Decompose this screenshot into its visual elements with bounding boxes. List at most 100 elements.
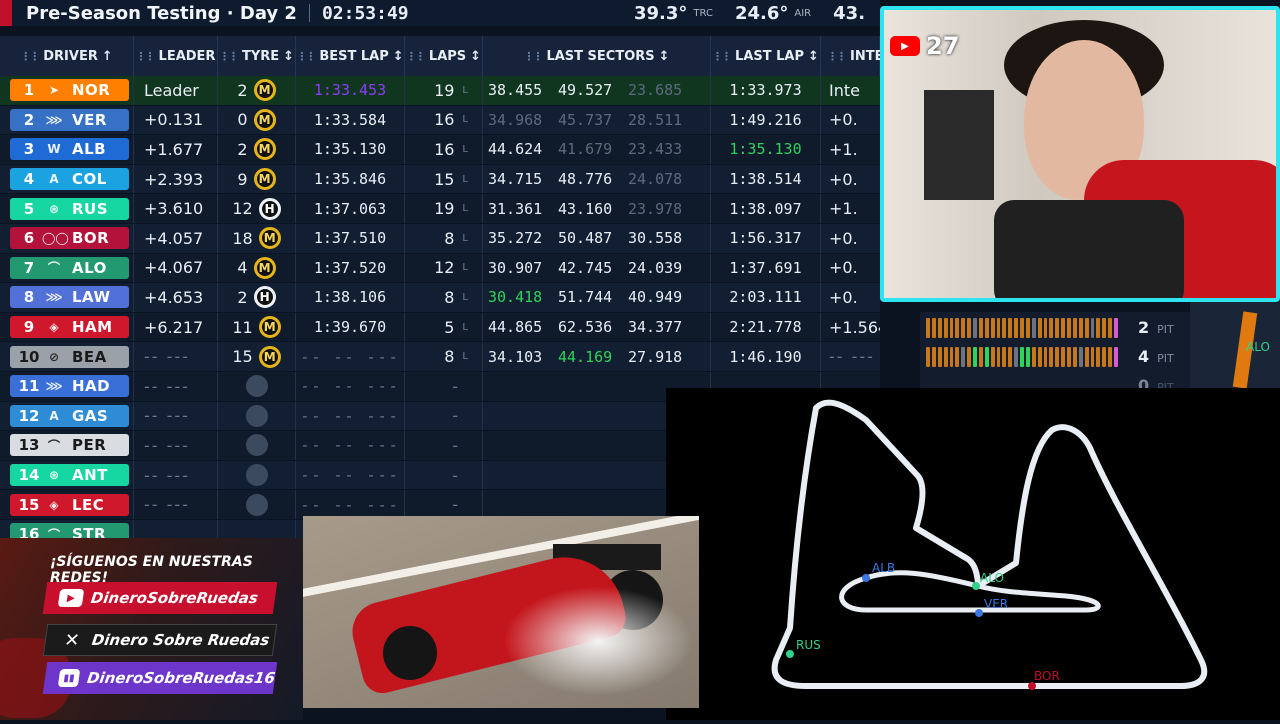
driver-badge[interactable]: 14 ⊛ ANT [10,464,129,487]
sort-icon[interactable]: ↕ [283,49,294,64]
col-best-lap[interactable]: ⋮⋮ BEST LAP ↕ [296,36,405,76]
stint-bar [1102,347,1107,367]
position: 3 [23,140,35,159]
table-row[interactable]: 2 ⋙ VER +0.131 0M 1:33.584 16 L 34.968 45… [0,105,880,136]
drag-handle-icon[interactable]: ⋮⋮ [20,50,40,63]
car-position-label: ALB [872,561,895,575]
col-driver[interactable]: ⋮⋮ DRIVER ↑ [0,36,134,76]
driver-badge[interactable]: 2 ⋙ VER [10,108,129,131]
position: 5 [23,199,35,218]
driver-badge[interactable]: 13 ⌒ PER [10,434,129,457]
sort-icon[interactable]: ↕ [808,49,819,64]
gap-to-leader: +4.067 [134,253,218,283]
tyre-cell: 2H [218,283,296,312]
gap-to-leader: Leader [134,76,218,105]
stint-bar [1020,347,1024,367]
stint-bar [1090,318,1095,338]
lap-count: 16 L [405,105,483,135]
stint-bar [961,347,966,367]
last-sectors: 34.968 45.737 28.511 [483,105,711,135]
sort-icon[interactable]: ↕ [659,49,670,64]
twitch-link[interactable]: ▮▮ DineroSobreRuedas16 [42,662,278,694]
stint-bar [990,318,995,338]
col-interval[interactable]: ⋮⋮ INTE [821,36,880,76]
pit-stop-strip: 2PIT 4PIT 0PIT [920,312,1190,395]
stint-bar [1043,347,1048,367]
stint-bar [1008,347,1013,367]
sector-3: 34.377 [628,318,683,337]
drag-handle-icon[interactable]: ⋮⋮ [712,50,732,63]
table-row[interactable]: 6 ◯◯ BOR +4.057 18 M 1:37.510 8L 35.272 5… [0,223,880,254]
social-panel: ¡SÍGUENOS EN NUESTRAS REDES! ▶ DineroSob… [0,538,303,720]
table-row[interactable]: 8 ⋙ LAW +4.653 2H 1:38.106 8L 30.418 51.… [0,283,880,313]
sort-icon[interactable]: ↕ [393,49,404,64]
driver-badge[interactable]: 4 A COL [10,168,129,191]
gap-to-leader: +0.131 [134,105,218,135]
car-photo [303,516,699,708]
x-link[interactable]: ✕ Dinero Sobre Ruedas [42,624,278,656]
drag-handle-icon[interactable]: ⋮⋮ [523,50,543,63]
stint-bar [1067,347,1071,367]
drag-handle-icon[interactable]: ⋮⋮ [406,50,426,63]
sector-1: 34.715 [488,170,543,189]
table-row[interactable]: 10 ⊘ BEA -- --- 15 M -- -- --- 8L 34.103 … [0,342,880,372]
stint-bar [1072,347,1077,367]
position: 12 [18,406,40,425]
driver-badge[interactable]: 5 ⊛ RUS [10,197,129,220]
drag-handle-icon[interactable]: ⋮⋮ [296,50,316,63]
tyre-age: 2 [237,80,248,100]
table-row[interactable]: 9 ◈ HAM +6.217 11 M 1:39.670 5L 44.865 62… [0,312,880,343]
driver-badge[interactable]: 3 W ALB [10,138,129,161]
sort-icon[interactable]: ↕ [470,49,481,64]
tyre-compound-icon [245,404,268,427]
sort-asc-icon[interactable]: ↑ [102,49,113,64]
table-row[interactable]: 4 A COL +2.393 9M 1:35.846 15 L 34.715 48… [0,164,880,195]
car-position-label: RUS [796,638,821,652]
gap-to-leader: -- --- [134,490,218,519]
stint-bar [1061,347,1065,367]
car-position-label: VER [984,597,1008,611]
drag-handle-icon[interactable]: ⋮⋮ [827,50,847,63]
driver-badge[interactable]: 12 A GAS [10,404,129,427]
col-last-sectors[interactable]: ⋮⋮ LAST SECTORS ↕ [483,36,711,76]
table-row[interactable]: 7 ⌒ ALO +4.067 4M 1:37.520 12 L 30.907 42… [0,253,880,284]
sector-1: 34.968 [488,110,543,129]
driver-badge[interactable]: 9 ◈ HAM [10,316,129,339]
driver-badge[interactable]: 1 ➤ NOR [10,79,129,102]
driver-badge[interactable]: 8 ⋙ LAW [10,286,129,309]
table-row[interactable]: 5 ⊛ RUS +3.610 12 H 1:37.063 19 L 31.361 4… [0,194,880,224]
tyre-age: 9 [237,169,248,189]
driver-badge[interactable]: 6 ◯◯ BOR [10,227,129,250]
col-laps[interactable]: ⋮⋮ LAPS ↕ [405,36,483,76]
driver-badge[interactable]: 7 ⌒ ALO [10,256,129,279]
table-header: ⋮⋮ DRIVER ↑ ⋮⋮ LEADER ⋮⋮ TYRE ↕ ⋮⋮ BEST LAP ↕ ⋮… [0,36,880,76]
sector-1: 44.865 [488,318,543,337]
driver-code: LAW [72,288,111,307]
col-tyre[interactable]: ⋮⋮ TYRE ↕ [218,36,296,76]
col-leader[interactable]: ⋮⋮ LEADER [134,36,218,76]
youtube-link[interactable]: ▶ DineroSobreRuedas [42,582,278,614]
sector-1: 38.455 [488,81,543,100]
stint-bar [1078,318,1083,338]
col-last-lap[interactable]: ⋮⋮ LAST LAP ↕ [711,36,821,76]
table-row[interactable]: 3 W ALB +1.677 2M 1:35.130 16 L 44.624 41… [0,135,880,165]
lap-count: 19 L [405,76,483,105]
sector-2: 42.745 [558,258,613,277]
drag-handle-icon[interactable]: ⋮⋮ [136,50,156,63]
best-lap: -- -- --- [296,371,405,401]
driver-badge[interactable]: 15 ◈ LEC [10,493,129,516]
stint-bar [961,318,966,338]
table-row[interactable]: 1 ➤ NOR Leader 2M 1:33.453 19 L 38.455 49… [0,76,880,106]
position: 1 [23,81,35,100]
lap-count: - [405,431,483,460]
driver-badge[interactable]: 10 ⊘ BEA [10,345,129,368]
tyre-compound-icon: M [258,227,281,250]
stint-bar [1061,318,1065,338]
driver-badge[interactable]: 11 ⋙ HAD [10,375,129,398]
drag-handle-icon[interactable]: ⋮⋮ [219,50,239,63]
best-lap: 1:37.520 [296,253,405,283]
stint-bar [949,318,954,338]
tyre-cell [218,431,296,460]
pit-count-row: 2 PIT [1138,318,1174,337]
youtube-icon: ▶ [57,589,85,607]
